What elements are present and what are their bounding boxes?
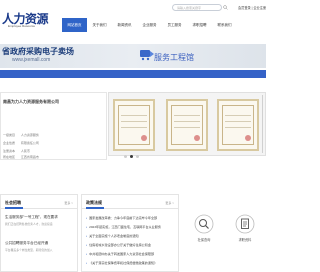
document-icon — [235, 214, 255, 234]
banner-service-label: 服务工程馆 — [154, 53, 194, 62]
service-shortcut-resume[interactable]: 求职资料 — [224, 200, 266, 244]
cart-icon — [140, 50, 154, 61]
company-name[interactable]: 南昌为力人力资源服务有限公司 — [3, 99, 59, 105]
certificate-image[interactable] — [113, 99, 155, 151]
certificate-line — [121, 121, 147, 122]
nav-item-news[interactable]: 新闻资讯 — [112, 18, 137, 32]
info-row: 企业性质 有限责任公司 — [3, 141, 39, 145]
nav-item-employee[interactable]: 员工服务 — [162, 18, 187, 32]
login-link[interactable]: 会员登录 | 企业注册 — [238, 5, 266, 10]
item-desc: 平台覆盖多个岗位类型，期待您的加入 — [5, 247, 53, 252]
company-info-card: 南昌为力人力资源服务有限公司 一级类目 人力资源服务 企业性质 有限责任公司 注… — [0, 92, 107, 160]
certificate-line — [174, 115, 200, 116]
carousel-dots — [124, 155, 139, 158]
info-row: 注册资本 人民币 — [3, 149, 30, 153]
info-key: 所在地区 — [3, 155, 16, 159]
search-social-icon — [194, 214, 214, 234]
certificate-line — [174, 121, 200, 122]
nav-item-enterprise[interactable]: 企业服务 — [137, 18, 162, 32]
service-shortcut-social[interactable]: 社保查询 — [183, 200, 225, 244]
info-key: 企业性质 — [3, 141, 16, 145]
item-title: 公共招聘服务平台已经开通 — [5, 241, 49, 245]
social-recruitment-panel: 社会招聘 更多 > 生活服务部"一号工程"，现在要求 我们正在招聘各类优秀人才，… — [0, 194, 78, 272]
info-row: 所在地区 江西省南昌市 — [3, 155, 39, 159]
certificate-line — [225, 121, 251, 122]
service-label: 社保查询 — [197, 238, 211, 242]
more-link[interactable]: 更多 > — [165, 201, 174, 205]
panel-header: 社会招聘 更多 > — [1, 195, 77, 209]
info-value: 有限责任公司 — [20, 141, 39, 145]
nav-item-about[interactable]: 关于我们 — [87, 18, 112, 32]
policy-panel: 政策法规 更多 > 国家发展改革委：力争今年底前下达完毕今年全部 2023年起实… — [81, 194, 179, 272]
info-key: 一级类目 — [3, 133, 16, 137]
list-item[interactable]: 生活服务部"一号工程"，现在要求 我们正在招聘各类优秀人才，欢迎投递 — [5, 215, 69, 226]
nav-item-jobs[interactable]: 求职招聘 — [187, 18, 212, 32]
carousel-dot[interactable] — [124, 155, 127, 158]
certificate-image[interactable] — [217, 99, 259, 151]
certificate-line — [121, 115, 147, 116]
info-row: 一级类目 人力资源服务 — [3, 133, 39, 137]
search-icon[interactable] — [223, 5, 228, 10]
info-value: 江西省南昌市 — [20, 155, 39, 159]
title-underline — [5, 207, 23, 209]
service-label: 求职资料 — [238, 238, 252, 242]
certificate-line — [174, 127, 200, 128]
info-key: 注册资本 — [3, 149, 16, 153]
panel-title: 政策法规 — [86, 200, 102, 205]
panel-title: 社会招聘 — [5, 200, 21, 205]
panel-header: 政策法规 更多 > — [82, 195, 178, 209]
list-item[interactable]: 《关于落实社保降费率和社保费缓缴政策的通知》 — [86, 260, 176, 265]
more-link[interactable]: 更多 > — [64, 201, 73, 205]
certificate-line — [225, 115, 251, 116]
promo-banner[interactable]: 省政府采购电子卖场 www.jxemall.com 服务工程馆 — [0, 44, 266, 68]
certificate-line — [121, 127, 147, 128]
info-value: 人力资源服务 — [20, 133, 39, 137]
carousel-dot[interactable] — [136, 155, 139, 158]
title-underline — [86, 207, 104, 209]
carousel-dot-active[interactable] — [130, 155, 133, 158]
seal-icon — [141, 135, 147, 141]
search-input[interactable]: 请输入搜索关键字 — [172, 4, 222, 11]
list-item[interactable]: 住房和城乡建设部办公厅关于做好住房公积金 — [86, 242, 176, 247]
item-title: 生活服务部"一号工程"，现在要求 — [5, 215, 58, 219]
nav-item-home[interactable]: 网站首页 — [62, 18, 87, 32]
certificate-gallery[interactable] — [108, 92, 266, 156]
list-item[interactable]: 关于全面实施个人养老金制度的通知 — [86, 233, 176, 238]
certificate-image[interactable] — [166, 99, 208, 151]
info-value: 人民币 — [20, 149, 30, 153]
nav-item-contact[interactable]: 联系我们 — [212, 18, 237, 32]
list-item[interactable]: 中共和团中办关于转发国家人力资源社会保障部 — [86, 251, 176, 256]
list-item[interactable]: 2023年起实施，江西门面住宅、互联网平台从业服务 — [86, 224, 176, 229]
category-bar — [0, 70, 266, 78]
site-header: 人力资源 Employee Resource 请输入搜索关键字 会员登录 | 企… — [0, 0, 266, 44]
seal-icon — [245, 135, 251, 141]
banner-title: 省政府采购电子卖场 — [2, 47, 74, 56]
logo-subtext: Employee Resource — [8, 24, 36, 28]
list-item[interactable]: 公共招聘服务平台已经开通 平台覆盖多个岗位类型，期待您的加入 — [5, 241, 69, 252]
certificate-line — [225, 127, 251, 128]
gallery-scrollbar[interactable] — [261, 95, 263, 153]
site-logo[interactable]: 人力资源 Employee Resource — [2, 10, 50, 32]
main-nav: 网站首页 关于我们 新闻资讯 企业服务 员工服务 求职招聘 联系我们 — [62, 18, 237, 32]
banner-url: www.jxemall.com — [12, 57, 51, 63]
seal-icon — [194, 135, 200, 141]
list-item[interactable]: 国家发展改革委：力争今年底前下达完毕今年全部 — [86, 215, 176, 220]
item-desc: 我们正在招聘各类优秀人才，欢迎投递 — [5, 221, 53, 226]
